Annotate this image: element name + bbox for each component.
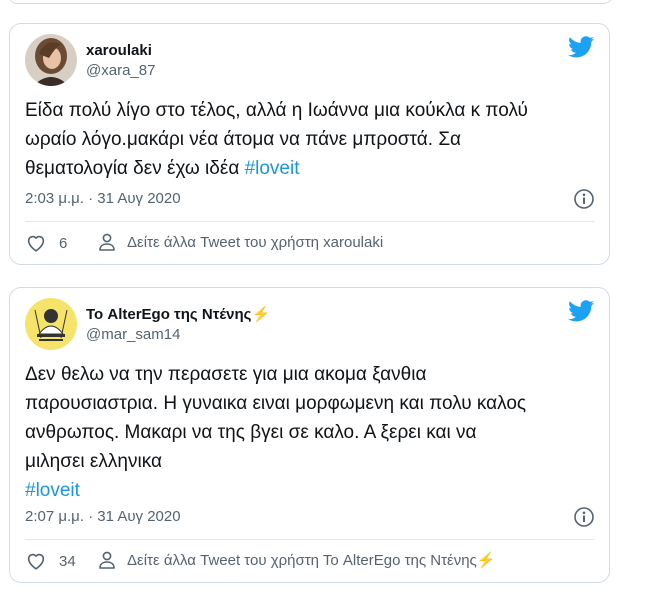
lightning-icon: ⚡	[476, 552, 496, 569]
person-icon	[99, 233, 115, 251]
hashtag-link[interactable]: #loveit	[245, 158, 300, 179]
person-icon	[99, 551, 115, 569]
tweet-text-line: ωραίο λόγο.μακάρι νέα άτομα να πάνε μπρο…	[25, 129, 462, 150]
avatar[interactable]	[25, 34, 77, 86]
author-handle[interactable]: @xara_87	[86, 61, 155, 81]
more-tweets-label: Δείτε άλλα Tweet του χρήστη xaroulaki	[127, 233, 384, 251]
heart-icon	[27, 553, 45, 570]
avatar[interactable]	[25, 298, 77, 350]
like-count: 6	[59, 234, 68, 252]
tweet-text-line: παρουσιαστρια. Η γυναικα ειναι μορφωμενη…	[25, 393, 527, 414]
hashtag-link[interactable]: #loveit	[25, 476, 595, 505]
info-icon[interactable]	[573, 188, 595, 210]
heart-icon	[27, 235, 45, 252]
twitter-bird-icon[interactable]	[568, 300, 594, 322]
tweet-card[interactable]: xaroulaki @xara_87 Είδα πολύ λίγο στο τέ…	[9, 23, 610, 265]
tweet-text: Δεν θελω να την περασετε για μια ακομα ξ…	[25, 360, 595, 505]
tweet-text: Είδα πολύ λίγο στο τέλος, αλλά η Ιωάννα …	[25, 96, 595, 183]
lightning-icon: ⚡	[251, 306, 271, 323]
author-block[interactable]: xaroulaki @xara_87	[86, 41, 155, 81]
more-tweets-link[interactable]: Δείτε άλλα Tweet του χρήστη xaroulaki	[97, 232, 383, 252]
author-name[interactable]: xaroulaki	[86, 41, 155, 61]
divider	[25, 539, 594, 540]
like-count: 34	[59, 552, 76, 570]
tweet-card[interactable]: Το AlterEgo της Ντένης⚡ @mar_sam14 Δεν θ…	[9, 287, 610, 583]
tweet-timestamp[interactable]: 2:07 μ.μ. · 31 Αυγ 2020	[25, 507, 181, 527]
tweet-actions: 6 Δείτε άλλα Tweet του χρήστη xaroulaki	[25, 232, 594, 256]
tweet-header: Το AlterEgo της Ντένης⚡ @mar_sam14	[25, 298, 594, 352]
tweet-header: xaroulaki @xara_87	[25, 34, 594, 88]
tweet-text-line: μιλησει ελληνικα	[25, 451, 162, 472]
twitter-bird-icon[interactable]	[568, 36, 594, 58]
like-button[interactable]: 6	[25, 232, 67, 254]
divider	[25, 221, 594, 222]
like-button[interactable]: 34	[25, 550, 76, 572]
tweet-timestamp[interactable]: 2:03 μ.μ. · 31 Αυγ 2020	[25, 189, 181, 209]
tweet-text-line: Δεν θελω να την περασετε για μια ακομα ξ…	[25, 364, 427, 385]
tweet-text-line: θεματολογία δεν έχω ιδέα #loveit	[25, 158, 300, 179]
author-block[interactable]: Το AlterEgo της Ντένης⚡ @mar_sam14	[86, 305, 270, 345]
tweet-actions: 34 Δείτε άλλα Tweet του χρήστη Το AlterE…	[25, 550, 594, 574]
info-icon[interactable]	[573, 506, 595, 528]
previous-tweet-card-edge	[9, 0, 612, 4]
tweet-text-line: ανθρωπος. Μακαρι να της βγει σε καλο. Α …	[25, 422, 477, 443]
author-handle[interactable]: @mar_sam14	[86, 325, 270, 345]
more-tweets-label: Δείτε άλλα Tweet του χρήστη Το AlterEgo …	[127, 551, 477, 569]
tweet-text-line: Είδα πολύ λίγο στο τέλος, αλλά η Ιωάννα …	[25, 100, 528, 121]
author-name[interactable]: Το AlterEgo της Ντένης⚡	[86, 305, 270, 325]
more-tweets-link[interactable]: Δείτε άλλα Tweet του χρήστη Το AlterEgo …	[97, 550, 495, 570]
